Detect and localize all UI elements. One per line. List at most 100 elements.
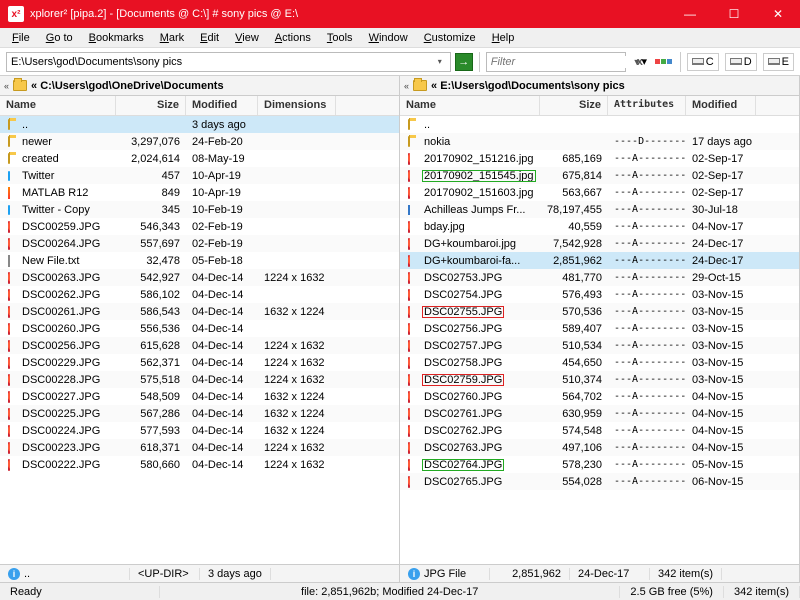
list-item[interactable]: DSC00263.JPG542,92704-Dec-141224 x 1632 xyxy=(0,269,399,286)
list-item[interactable]: DSC00264.JPG557,69702-Feb-19 xyxy=(0,235,399,252)
list-item[interactable]: DSC02756.JPG589,407---A--------03-Nov-15 xyxy=(400,320,799,337)
maximize-button[interactable]: ☐ xyxy=(712,0,756,28)
left-columns[interactable]: Name Size Modified Dimensions xyxy=(0,96,399,116)
list-item[interactable]: nokia----D-------17 days ago xyxy=(400,133,799,150)
menu-go-to[interactable]: Go to xyxy=(38,30,81,46)
drive-e-button[interactable]: E xyxy=(763,53,794,71)
col-size[interactable]: Size xyxy=(540,96,608,115)
drive-c-button[interactable]: C xyxy=(687,53,719,71)
list-item[interactable]: DSC02762.JPG574,548---A--------04-Nov-15 xyxy=(400,422,799,439)
list-item[interactable]: newer3,297,07624-Feb-20 xyxy=(0,133,399,150)
left-breadcrumb[interactable]: « « C:\Users\god\OneDrive\Documents xyxy=(0,76,399,96)
menu-edit[interactable]: Edit xyxy=(192,30,227,46)
col-modified[interactable]: Modified xyxy=(186,96,258,115)
list-item[interactable]: 20170902_151545.jpg675,814---A--------02… xyxy=(400,167,799,184)
list-item[interactable]: New File.txt32,47805-Feb-18 xyxy=(0,252,399,269)
list-item[interactable]: Twitter - Copy34510-Feb-19 xyxy=(0,201,399,218)
status-items: 342 item(s) xyxy=(724,586,800,598)
col-name[interactable]: Name xyxy=(0,96,116,115)
list-item[interactable]: DSC02757.JPG510,534---A--------03-Nov-15 xyxy=(400,337,799,354)
right-breadcrumb[interactable]: « « E:\Users\god\Documents\sony pics xyxy=(400,76,799,96)
menu-actions[interactable]: Actions xyxy=(267,30,319,46)
list-item[interactable]: DSC02755.JPG570,536---A--------03-Nov-15 xyxy=(400,303,799,320)
list-item[interactable]: DSC00227.JPG548,50904-Dec-141632 x 1224 xyxy=(0,388,399,405)
list-item[interactable]: created2,024,61408-May-19 xyxy=(0,150,399,167)
menu-file[interactable]: File xyxy=(4,30,38,46)
menu-tools[interactable]: Tools xyxy=(319,30,361,46)
list-item[interactable]: .. xyxy=(400,116,799,133)
col-modified[interactable]: Modified xyxy=(686,96,756,115)
status-size: 2,851,962 xyxy=(490,568,570,580)
list-item[interactable]: DSC00229.JPG562,37104-Dec-141224 x 1632 xyxy=(0,354,399,371)
list-item[interactable]: DSC00225.JPG567,28604-Dec-141632 x 1224 xyxy=(0,405,399,422)
menu-window[interactable]: Window xyxy=(361,30,416,46)
list-item[interactable]: 20170902_151216.jpg685,169---A--------02… xyxy=(400,150,799,167)
menu-bookmarks[interactable]: Bookmarks xyxy=(81,30,152,46)
list-item[interactable]: DSC02765.JPG554,028---A--------06-Nov-15 xyxy=(400,473,799,490)
right-file-list[interactable]: ..nokia----D-------17 days ago20170902_1… xyxy=(400,116,799,564)
view-colors-icon[interactable] xyxy=(654,52,674,72)
list-item[interactable]: DSC00261.JPG586,54304-Dec-141632 x 1224 xyxy=(0,303,399,320)
list-item[interactable]: DSC02763.JPG497,106---A--------04-Nov-15 xyxy=(400,439,799,456)
list-item[interactable]: DSC02754.JPG576,493---A--------03-Nov-15 xyxy=(400,286,799,303)
list-item[interactable]: 20170902_151603.jpg563,667---A--------02… xyxy=(400,184,799,201)
list-item[interactable]: DSC02764.JPG578,230---A--------05-Nov-15 xyxy=(400,456,799,473)
drive-d-button[interactable]: D xyxy=(725,53,757,71)
list-item[interactable]: bday.jpg40,559---A--------04-Nov-17 xyxy=(400,218,799,235)
filter-funnel-icon[interactable]: ▾ xyxy=(630,52,650,72)
minimize-button[interactable]: — xyxy=(668,0,712,28)
list-item[interactable]: DSC00223.JPG618,37104-Dec-141224 x 1632 xyxy=(0,439,399,456)
matlab-icon xyxy=(8,187,10,199)
list-item[interactable]: DSC00224.JPG577,59304-Dec-141632 x 1224 xyxy=(0,422,399,439)
twitter-icon xyxy=(8,171,10,181)
back-chevron-icon[interactable]: « xyxy=(4,81,9,91)
col-size[interactable]: Size xyxy=(116,96,186,115)
status-ready: Ready xyxy=(0,586,160,598)
filter-box[interactable]: x xyxy=(486,52,626,72)
image-icon xyxy=(8,391,10,403)
image-icon xyxy=(408,221,410,233)
list-item[interactable]: MATLAB R1284910-Apr-19 xyxy=(0,184,399,201)
image-icon xyxy=(408,323,410,335)
list-item[interactable]: DG+koumbaroi-fa...2,851,962---A--------2… xyxy=(400,252,799,269)
menu-help[interactable]: Help xyxy=(484,30,523,46)
right-pane: « « E:\Users\god\Documents\sony pics Nam… xyxy=(400,76,800,582)
list-item[interactable]: DSC00262.JPG586,10204-Dec-14 xyxy=(0,286,399,303)
menu-customize[interactable]: Customize xyxy=(416,30,484,46)
image-icon xyxy=(408,357,410,369)
status-size: <UP-DIR> xyxy=(130,568,200,580)
list-item[interactable]: Achilleas Jumps Fr...78,197,455---A-----… xyxy=(400,201,799,218)
right-columns[interactable]: Name Size Attributes Modified xyxy=(400,96,799,116)
list-item[interactable]: DSC00260.JPG556,53604-Dec-14 xyxy=(0,320,399,337)
col-name[interactable]: Name xyxy=(400,96,540,115)
menu-view[interactable]: View xyxy=(227,30,267,46)
list-item[interactable]: DSC00228.JPG575,51804-Dec-141224 x 1632 xyxy=(0,371,399,388)
path-input[interactable] xyxy=(11,56,434,68)
list-item[interactable]: DSC00259.JPG546,34302-Feb-19 xyxy=(0,218,399,235)
list-item[interactable]: DSC02753.JPG481,770---A--------29-Oct-15 xyxy=(400,269,799,286)
path-combo[interactable]: ▾ xyxy=(6,52,451,72)
left-file-list[interactable]: ..3 days agonewer3,297,07624-Feb-20creat… xyxy=(0,116,399,564)
drive-icon xyxy=(768,58,780,65)
list-item[interactable]: ..3 days ago xyxy=(0,116,399,133)
path-dropdown-icon[interactable]: ▾ xyxy=(434,57,446,66)
list-item[interactable]: DSC02758.JPG454,650---A--------03-Nov-15 xyxy=(400,354,799,371)
col-dimensions[interactable]: Dimensions xyxy=(258,96,336,115)
image-icon xyxy=(408,238,410,250)
go-button[interactable]: → xyxy=(455,53,473,71)
list-item[interactable]: Twitter45710-Apr-19 xyxy=(0,167,399,184)
filter-input[interactable] xyxy=(491,56,634,68)
back-chevron-icon[interactable]: « xyxy=(404,81,409,91)
list-item[interactable]: DSC00222.JPG580,66004-Dec-141224 x 1632 xyxy=(0,456,399,473)
list-item[interactable]: DSC02761.JPG630,959---A--------04-Nov-15 xyxy=(400,405,799,422)
image-icon xyxy=(408,255,410,267)
list-item[interactable]: DSC02760.JPG564,702---A--------04-Nov-15 xyxy=(400,388,799,405)
image-icon xyxy=(408,272,410,284)
info-icon: i xyxy=(408,568,420,580)
list-item[interactable]: DSC00256.JPG615,62804-Dec-141224 x 1632 xyxy=(0,337,399,354)
col-attributes[interactable]: Attributes xyxy=(608,96,686,115)
menu-mark[interactable]: Mark xyxy=(152,30,192,46)
close-button[interactable]: ✕ xyxy=(756,0,800,28)
list-item[interactable]: DG+koumbaroi.jpg7,542,928---A--------24-… xyxy=(400,235,799,252)
list-item[interactable]: DSC02759.JPG510,374---A--------03-Nov-15 xyxy=(400,371,799,388)
